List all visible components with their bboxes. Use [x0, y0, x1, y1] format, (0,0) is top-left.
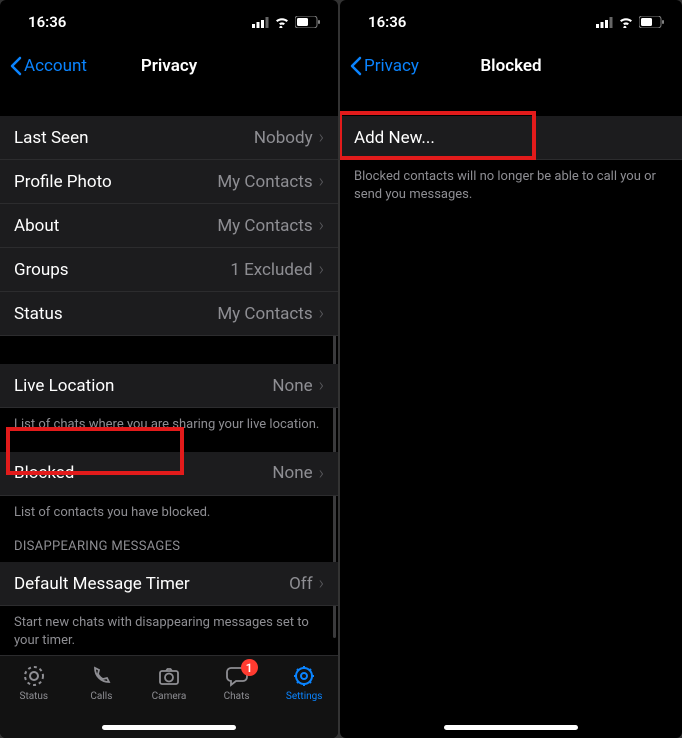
- tab-label: Camera: [152, 691, 187, 702]
- footer-text: List of contacts you have blocked.: [0, 496, 338, 522]
- left-screen: 16:36 Account Privacy Last Seen Nobody ›…: [0, 0, 338, 738]
- badge: 1: [241, 659, 258, 676]
- back-button[interactable]: Privacy: [350, 56, 419, 76]
- row-label: Live Location: [14, 376, 272, 396]
- row-groups[interactable]: Groups 1 Excluded ›: [0, 248, 338, 292]
- row-status[interactable]: Status My Contacts ›: [0, 292, 338, 336]
- row-label: Profile Photo: [14, 172, 217, 192]
- status-icons: [252, 16, 320, 28]
- row-profile-photo[interactable]: Profile Photo My Contacts ›: [0, 160, 338, 204]
- home-indicator[interactable]: [444, 725, 578, 730]
- status-icon: [22, 664, 46, 688]
- row-value: My Contacts: [217, 216, 312, 236]
- row-value: Nobody: [254, 128, 313, 148]
- tab-calls[interactable]: Calls: [68, 663, 134, 702]
- camera-icon: [157, 664, 181, 688]
- status-bar: 16:36: [0, 0, 338, 44]
- tab-label: Settings: [286, 691, 323, 702]
- nav-bar: Account Privacy: [0, 44, 338, 88]
- gear-icon: [292, 664, 316, 688]
- nav-bar: Privacy Blocked: [340, 44, 682, 88]
- row-value: My Contacts: [217, 304, 312, 324]
- row-label: Last Seen: [14, 128, 254, 148]
- row-label: Default Message Timer: [14, 574, 289, 594]
- chevron-left-icon: [350, 56, 362, 76]
- row-value: None: [272, 463, 312, 483]
- battery-icon: [639, 16, 664, 28]
- row-label: Groups: [14, 260, 230, 280]
- phone-icon: [89, 664, 113, 688]
- status-bar: 16:36: [340, 0, 682, 44]
- page-title: Privacy: [141, 56, 197, 76]
- row-value: Off: [289, 574, 313, 594]
- chevron-left-icon: [10, 56, 22, 76]
- chevron-right-icon: ›: [319, 215, 324, 236]
- chevron-right-icon: ›: [319, 573, 324, 594]
- footer-text: List of chats where you are sharing your…: [0, 408, 338, 434]
- row-value: 1 Excluded: [230, 260, 312, 280]
- add-new-label: Add New...: [354, 128, 668, 148]
- tab-chats[interactable]: Chats 1: [204, 663, 270, 702]
- back-label: Privacy: [364, 56, 419, 76]
- row-blocked[interactable]: Blocked None ›: [0, 452, 338, 496]
- signal-icon: [596, 17, 613, 28]
- tab-label: Calls: [90, 691, 112, 702]
- tab-status[interactable]: Status: [1, 663, 67, 702]
- chevron-right-icon: ›: [319, 463, 324, 484]
- chevron-right-icon: ›: [319, 259, 324, 280]
- blocked-content: Add New... Blocked contacts will no long…: [340, 88, 682, 738]
- row-label: Status: [14, 304, 217, 324]
- footer-text: Start new chats with disappearing messag…: [0, 606, 338, 649]
- tab-bar: Status Calls Camera Chats 1 Settings: [0, 655, 338, 738]
- row-value: My Contacts: [217, 172, 312, 192]
- row-live-location[interactable]: Live Location None ›: [0, 364, 338, 408]
- row-about[interactable]: About My Contacts ›: [0, 204, 338, 248]
- chevron-right-icon: ›: [319, 375, 324, 396]
- row-default-timer[interactable]: Default Message Timer Off ›: [0, 562, 338, 606]
- chevron-right-icon: ›: [319, 303, 324, 324]
- row-value: None: [272, 376, 312, 396]
- tab-label: Status: [20, 691, 49, 702]
- section-header: DISAPPEARING MESSAGES: [0, 539, 338, 562]
- row-last-seen[interactable]: Last Seen Nobody ›: [0, 116, 338, 160]
- battery-icon: [295, 16, 320, 28]
- home-indicator[interactable]: [102, 725, 236, 730]
- tab-label: Chats: [224, 691, 250, 702]
- back-button[interactable]: Account: [10, 56, 87, 76]
- tab-settings[interactable]: Settings: [271, 663, 337, 702]
- page-title: Blocked: [480, 56, 541, 76]
- footer-text: Blocked contacts will no longer be able …: [340, 160, 682, 203]
- tab-camera[interactable]: Camera: [136, 663, 202, 702]
- row-label: About: [14, 216, 217, 236]
- wifi-icon: [274, 17, 290, 28]
- chevron-right-icon: ›: [319, 171, 324, 192]
- status-time: 16:36: [28, 13, 66, 31]
- wifi-icon: [618, 17, 634, 28]
- right-screen: 16:36 Privacy Blocked Add New... Blocked…: [340, 0, 682, 738]
- signal-icon: [252, 17, 269, 28]
- row-add-new[interactable]: Add New...: [340, 116, 682, 160]
- status-icons: [596, 16, 664, 28]
- settings-list[interactable]: Last Seen Nobody › Profile Photo My Cont…: [0, 88, 338, 655]
- row-label: Blocked: [14, 463, 272, 483]
- status-time: 16:36: [368, 13, 406, 31]
- chevron-right-icon: ›: [319, 127, 324, 148]
- back-label: Account: [24, 56, 87, 76]
